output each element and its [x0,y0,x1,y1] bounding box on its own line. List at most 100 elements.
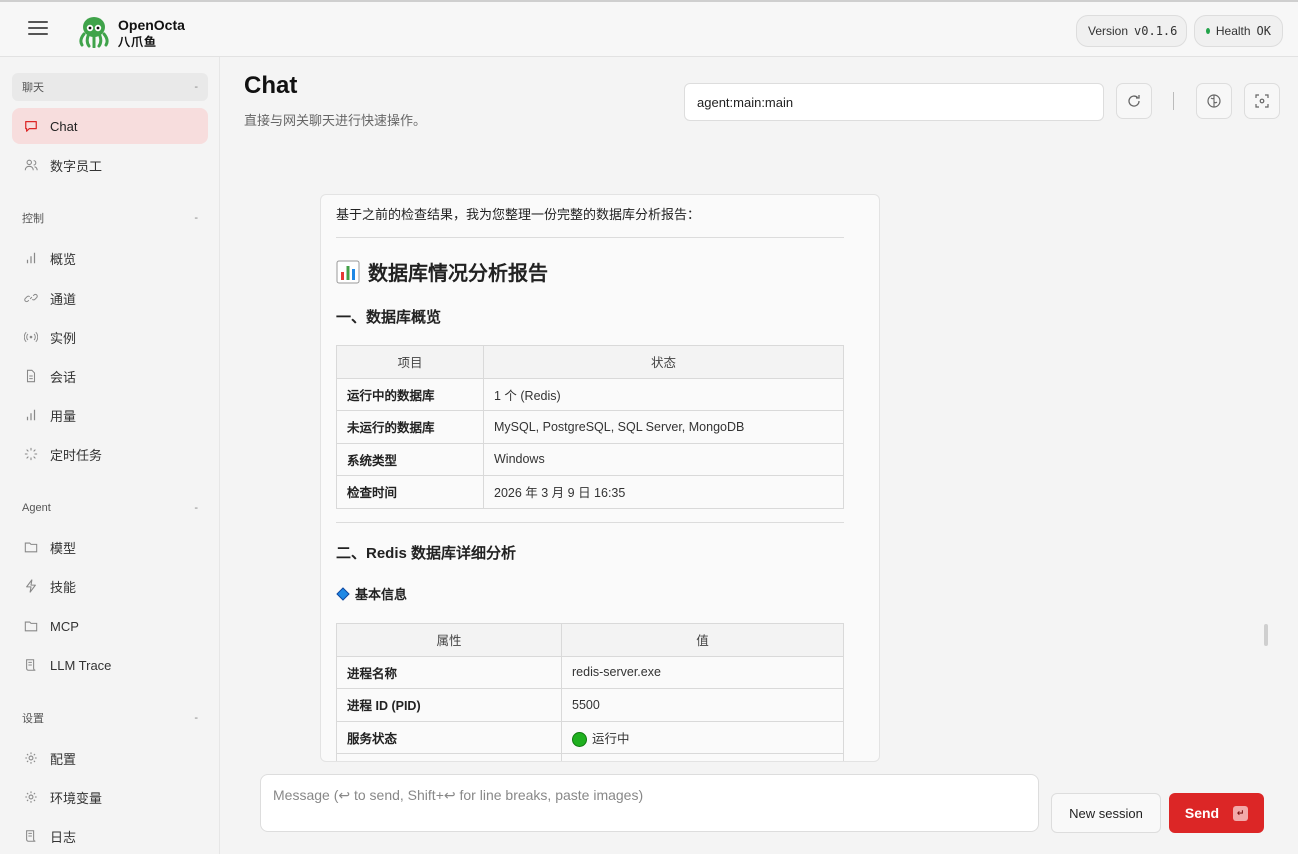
table-cell: 5500 [561,688,844,722]
green-circle-icon [572,731,587,747]
sidebar-item-channels[interactable]: 通道 [12,280,208,316]
sidebar-item-label: Chat [50,118,78,134]
sidebar-group-control[interactable]: 控制 - [12,204,208,232]
users-icon [24,158,38,172]
sidebar-group-chat[interactable]: 聊天 - [12,73,208,101]
new-session-button[interactable]: New session [1051,793,1161,833]
sidebar-item-label: 概览 [50,251,77,267]
table-header: 值 [561,623,844,657]
focus-mode-button[interactable] [1244,83,1280,119]
sidebar-item-models[interactable]: 模型 [12,529,208,565]
table-header-row: 属性 值 [336,623,844,657]
broadcast-icon [24,330,38,344]
status-text: 运行中 [592,731,630,746]
table-row: 检查时间 2026 年 3 月 9 日 16:35 [336,475,844,509]
brain-toggle-button[interactable] [1196,83,1232,119]
sidebar-item-usage[interactable]: 用量 [12,397,208,433]
table-cell: 2026 年 3 月 9 日 16:35 [483,475,844,509]
collapse-icon[interactable]: - [194,81,198,93]
sidebar-item-chat[interactable]: Chat [12,108,208,144]
table-cell: 运行中 [561,720,844,754]
document-icon [24,369,38,383]
sidebar-item-label: 模型 [50,540,77,556]
report-title-text: 数据库情况分析报告 [368,263,548,285]
folder-icon [24,540,38,554]
sidebar-item-scheduled-tasks[interactable]: 定时任务 [12,436,208,472]
table-cell [561,753,844,761]
toolbar-divider [1173,92,1174,110]
top-bar: OpenOcta 八爪鱼 Version v0.1.6 Health OK [0,0,1298,57]
table-cell [336,753,562,761]
brand-name: OpenOcta [118,17,185,33]
table-cell: 进程 ID (PID) [336,688,562,722]
scroll-icon [24,658,38,672]
table-row: 服务状态 运行中 [336,720,844,754]
sidebar-item-label: MCP [50,618,79,634]
table-row: 未运行的数据库 MySQL, PostgreSQL, SQL Server, Mo… [336,410,844,444]
sidebar-item-label: 用量 [50,408,77,424]
sidebar-item-instances[interactable]: 实例 [12,319,208,355]
scrollbar[interactable] [1264,624,1268,646]
overview-table: 项目 状态 运行中的数据库 1 个 (Redis) 未运行的数据库 MySQL, P… [336,345,844,509]
version-value: v0.1.6 [1134,24,1178,38]
collapse-icon[interactable]: - [194,712,198,724]
gear-icon [24,751,38,765]
table-cell: 检查时间 [336,475,484,509]
sidebar-item-config[interactable]: 配置 [12,740,208,776]
divider [336,237,844,238]
send-button[interactable]: Send ↵ [1169,793,1264,833]
sidebar-item-logs[interactable]: 日志 [12,818,208,854]
assistant-message: 基于之前的检查结果，我为您整理一份完整的数据库分析报告： 数据库情况分析报告 一… [320,194,880,762]
sidebar-item-llm-trace[interactable]: LLM Trace [12,647,208,683]
sidebar-item-label: LLM Trace [50,657,112,673]
sidebar-item-label: 环境变量 [50,790,103,806]
table-cell: 1 个 (Redis) [483,377,844,411]
message-input[interactable]: Message (↩ to send, Shift+↩ for line bre… [260,774,1039,832]
table-cell: 系统类型 [336,442,484,476]
table-row: 系统类型 Windows [336,442,844,476]
subsection-heading-text: 基本信息 [355,587,408,602]
collapse-icon[interactable]: - [194,212,198,224]
page-title: Chat [244,72,298,99]
sidebar-item-skills[interactable]: 技能 [12,568,208,604]
chat-bubble-icon [24,119,38,133]
message-intro: 基于之前的检查结果，我为您整理一份完整的数据库分析报告： [336,207,701,222]
table-header-row: 项目 状态 [336,345,844,379]
bar-chart-icon [24,408,38,422]
table-row: 进程 ID (PID) 5500 [336,688,844,722]
session-key-input[interactable]: agent:main:main [684,83,1104,121]
table-cell: 服务状态 [336,720,562,754]
version-badge: Version v0.1.6 [1076,15,1187,47]
table-header: 项目 [336,345,484,379]
page-subtitle: 直接与网关聊天进行快速操作。 [244,113,427,128]
collapse-icon[interactable]: - [194,502,198,514]
blue-diamond-icon [336,586,350,601]
folder-icon [24,619,38,633]
menu-icon[interactable] [28,21,48,37]
table-cell: 运行中的数据库 [336,377,484,411]
sidebar-item-env-vars[interactable]: 环境变量 [12,779,208,815]
sidebar-group-agent[interactable]: Agent - [12,494,208,522]
section-heading: 一、数据库概览 [336,309,442,326]
sidebar-item-label: 技能 [50,579,77,595]
sidebar-item-digital-staff[interactable]: 数字员工 [12,147,208,183]
subsection-heading: 基本信息 [336,584,407,603]
divider [336,522,844,523]
table-row: 运行中的数据库 1 个 (Redis) [336,377,844,411]
bolt-icon [24,579,38,593]
sidebar-item-sessions[interactable]: 会话 [12,358,208,394]
brand-subtitle: 八爪鱼 [118,35,158,49]
sidebar-group-title: 设置 [22,713,44,725]
bar-chart-emoji-icon [336,260,360,283]
version-label: Version [1088,24,1129,38]
sidebar: 聊天 - Chat 数字员工 控制 - 概览 通道 实例 会话 用量 定时任务 … [0,57,220,854]
sidebar-item-mcp[interactable]: MCP [12,608,208,644]
send-label: Send [1184,805,1220,821]
health-status-dot-icon [1206,28,1210,34]
refresh-button[interactable] [1116,83,1152,119]
sidebar-group-title: 控制 [22,213,44,225]
sidebar-item-label: 数字员工 [50,158,103,174]
scroll-icon [24,829,38,843]
sidebar-item-overview[interactable]: 概览 [12,240,208,276]
sidebar-group-settings[interactable]: 设置 - [12,704,208,732]
